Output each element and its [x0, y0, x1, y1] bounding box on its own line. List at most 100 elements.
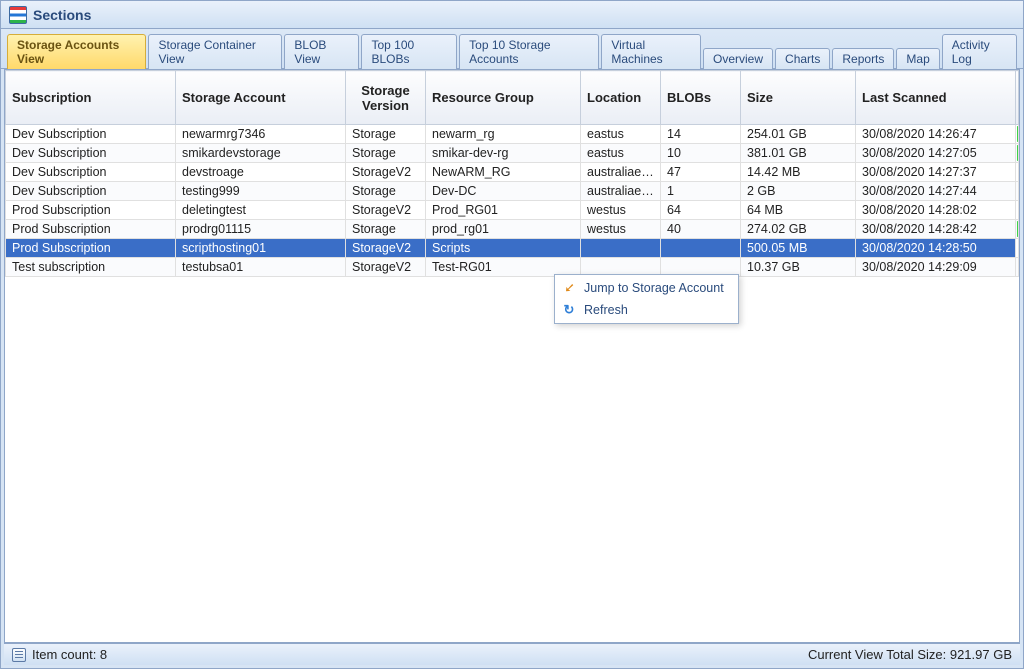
- tab-blob-view[interactable]: BLOB View: [284, 34, 359, 69]
- cell-subscription: Prod Subscription: [6, 201, 176, 220]
- cell-blobs: 47: [661, 163, 741, 182]
- table-row[interactable]: Dev SubscriptiondevstroageStorageV2NewAR…: [6, 163, 1019, 182]
- cell-pct-of-parent: 28 %: [1016, 125, 1019, 144]
- cell-size: 500.05 MB: [741, 239, 856, 258]
- cell-storage-account: scripthosting01: [176, 239, 346, 258]
- cell-pct-of-parent: 41 %: [1016, 144, 1019, 163]
- cell-storage-account: testubsa01: [176, 258, 346, 277]
- cell-blobs: 1: [661, 182, 741, 201]
- cell-resource-group: Dev-DC: [426, 182, 581, 201]
- context-menu: Jump to Storage Account Refresh: [554, 274, 739, 324]
- total-size-label: Current View Total Size: 921.97 GB: [808, 647, 1012, 662]
- tab-virtual-machines[interactable]: Virtual Machines: [601, 34, 701, 69]
- col-blobs[interactable]: BLOBs: [661, 71, 741, 125]
- cell-location: australiaeast: [581, 163, 661, 182]
- tab-overview[interactable]: Overview: [703, 48, 773, 69]
- cell-storage-version: Storage: [346, 144, 426, 163]
- cell-subscription: Prod Subscription: [6, 239, 176, 258]
- cell-resource-group: Scripts: [426, 239, 581, 258]
- table-row[interactable]: Dev Subscriptiontesting999StorageDev-DCa…: [6, 182, 1019, 201]
- ctx-jump[interactable]: Jump to Storage Account: [555, 277, 738, 299]
- cell-pct-of-parent: %: [1016, 239, 1019, 258]
- cell-storage-version: StorageV2: [346, 258, 426, 277]
- tab-charts[interactable]: Charts: [775, 48, 830, 69]
- cell-resource-group: NewARM_RG: [426, 163, 581, 182]
- sections-window: Sections Storage Accounts ViewStorage Co…: [0, 0, 1024, 669]
- cell-pct-of-parent: 30 %: [1016, 220, 1019, 239]
- cell-resource-group: newarm_rg: [426, 125, 581, 144]
- cell-blobs: 40: [661, 220, 741, 239]
- cell-subscription: Dev Subscription: [6, 125, 176, 144]
- table-row[interactable]: Prod Subscriptionprodrg01115Storageprod_…: [6, 220, 1019, 239]
- cell-last-scanned: 30/08/2020 14:27:44: [856, 182, 1016, 201]
- tab-strip: Storage Accounts ViewStorage Container V…: [1, 29, 1023, 69]
- cell-location: westus: [581, 220, 661, 239]
- table-row[interactable]: Test subscriptiontestubsa01StorageV2Test…: [6, 258, 1019, 277]
- cell-subscription: Dev Subscription: [6, 163, 176, 182]
- cell-storage-version: Storage: [346, 182, 426, 201]
- cell-storage-account: newarmrg7346: [176, 125, 346, 144]
- cell-last-scanned: 30/08/2020 14:27:05: [856, 144, 1016, 163]
- tab-reports[interactable]: Reports: [832, 48, 894, 69]
- cell-last-scanned: 30/08/2020 14:28:02: [856, 201, 1016, 220]
- col-last-scanned[interactable]: Last Scanned: [856, 71, 1016, 125]
- cell-size: 274.02 GB: [741, 220, 856, 239]
- cell-size: 254.01 GB: [741, 125, 856, 144]
- tab-top-100-blobs[interactable]: Top 100 BLOBs: [361, 34, 457, 69]
- ctx-label: Refresh: [584, 303, 628, 317]
- jump-icon: [561, 280, 577, 296]
- col-storage-version[interactable]: Storage Version: [346, 71, 426, 125]
- col-resource-group[interactable]: Resource Group: [426, 71, 581, 125]
- tab-map[interactable]: Map: [896, 48, 939, 69]
- cell-location: [581, 239, 661, 258]
- cell-location: eastus: [581, 144, 661, 163]
- cell-blobs: 14: [661, 125, 741, 144]
- col-subscription[interactable]: Subscription: [6, 71, 176, 125]
- col-storage-account[interactable]: Storage Account: [176, 71, 346, 125]
- cell-storage-version: StorageV2: [346, 239, 426, 258]
- cell-subscription: Prod Subscription: [6, 220, 176, 239]
- table-row[interactable]: Prod SubscriptiondeletingtestStorageV2Pr…: [6, 201, 1019, 220]
- col-location[interactable]: Location: [581, 71, 661, 125]
- cell-storage-version: StorageV2: [346, 163, 426, 182]
- refresh-icon: [561, 302, 577, 318]
- tab-storage-container-view[interactable]: Storage Container View: [148, 34, 282, 69]
- cell-resource-group: Prod_RG01: [426, 201, 581, 220]
- col-pct-of-parent[interactable]: % of Parent: [1016, 71, 1019, 125]
- tab-activity-log[interactable]: Activity Log: [942, 34, 1017, 69]
- ctx-refresh[interactable]: Refresh: [555, 299, 738, 321]
- cell-last-scanned: 30/08/2020 14:27:37: [856, 163, 1016, 182]
- cell-last-scanned: 30/08/2020 14:26:47: [856, 125, 1016, 144]
- cell-resource-group: prod_rg01: [426, 220, 581, 239]
- cell-last-scanned: 30/08/2020 14:28:50: [856, 239, 1016, 258]
- title-bar: Sections: [1, 1, 1023, 29]
- cell-size: 14.42 MB: [741, 163, 856, 182]
- cell-storage-account: smikardevstorage: [176, 144, 346, 163]
- cell-pct-of-parent: %: [1016, 182, 1019, 201]
- item-count-label: Item count: 8: [32, 647, 107, 662]
- tab-storage-accounts-view[interactable]: Storage Accounts View: [7, 34, 146, 69]
- cell-location: australiaeast: [581, 182, 661, 201]
- cell-size: 64 MB: [741, 201, 856, 220]
- cell-blobs: 64: [661, 201, 741, 220]
- cell-storage-version: Storage: [346, 125, 426, 144]
- cell-blobs: 10: [661, 144, 741, 163]
- table-row[interactable]: Dev Subscriptionnewarmrg7346Storagenewar…: [6, 125, 1019, 144]
- table-row[interactable]: Prod Subscriptionscripthosting01StorageV…: [6, 239, 1019, 258]
- tab-top-10-storage-accounts[interactable]: Top 10 Storage Accounts: [459, 34, 599, 69]
- cell-last-scanned: 30/08/2020 14:28:42: [856, 220, 1016, 239]
- table-row[interactable]: Dev SubscriptionsmikardevstorageStorages…: [6, 144, 1019, 163]
- cell-pct-of-parent: %: [1016, 201, 1019, 220]
- cell-location: eastus: [581, 125, 661, 144]
- cell-subscription: Dev Subscription: [6, 182, 176, 201]
- cell-last-scanned: 30/08/2020 14:29:09: [856, 258, 1016, 277]
- cell-size: 10.37 GB: [741, 258, 856, 277]
- cell-storage-account: devstroage: [176, 163, 346, 182]
- cell-resource-group: smikar-dev-rg: [426, 144, 581, 163]
- window-title: Sections: [33, 7, 91, 23]
- item-count-icon: [12, 648, 26, 662]
- col-size[interactable]: Size: [741, 71, 856, 125]
- cell-storage-account: testing999: [176, 182, 346, 201]
- storage-accounts-table: Subscription Storage Account Storage Ver…: [5, 70, 1019, 277]
- storage-accounts-table-container[interactable]: Subscription Storage Account Storage Ver…: [4, 69, 1020, 643]
